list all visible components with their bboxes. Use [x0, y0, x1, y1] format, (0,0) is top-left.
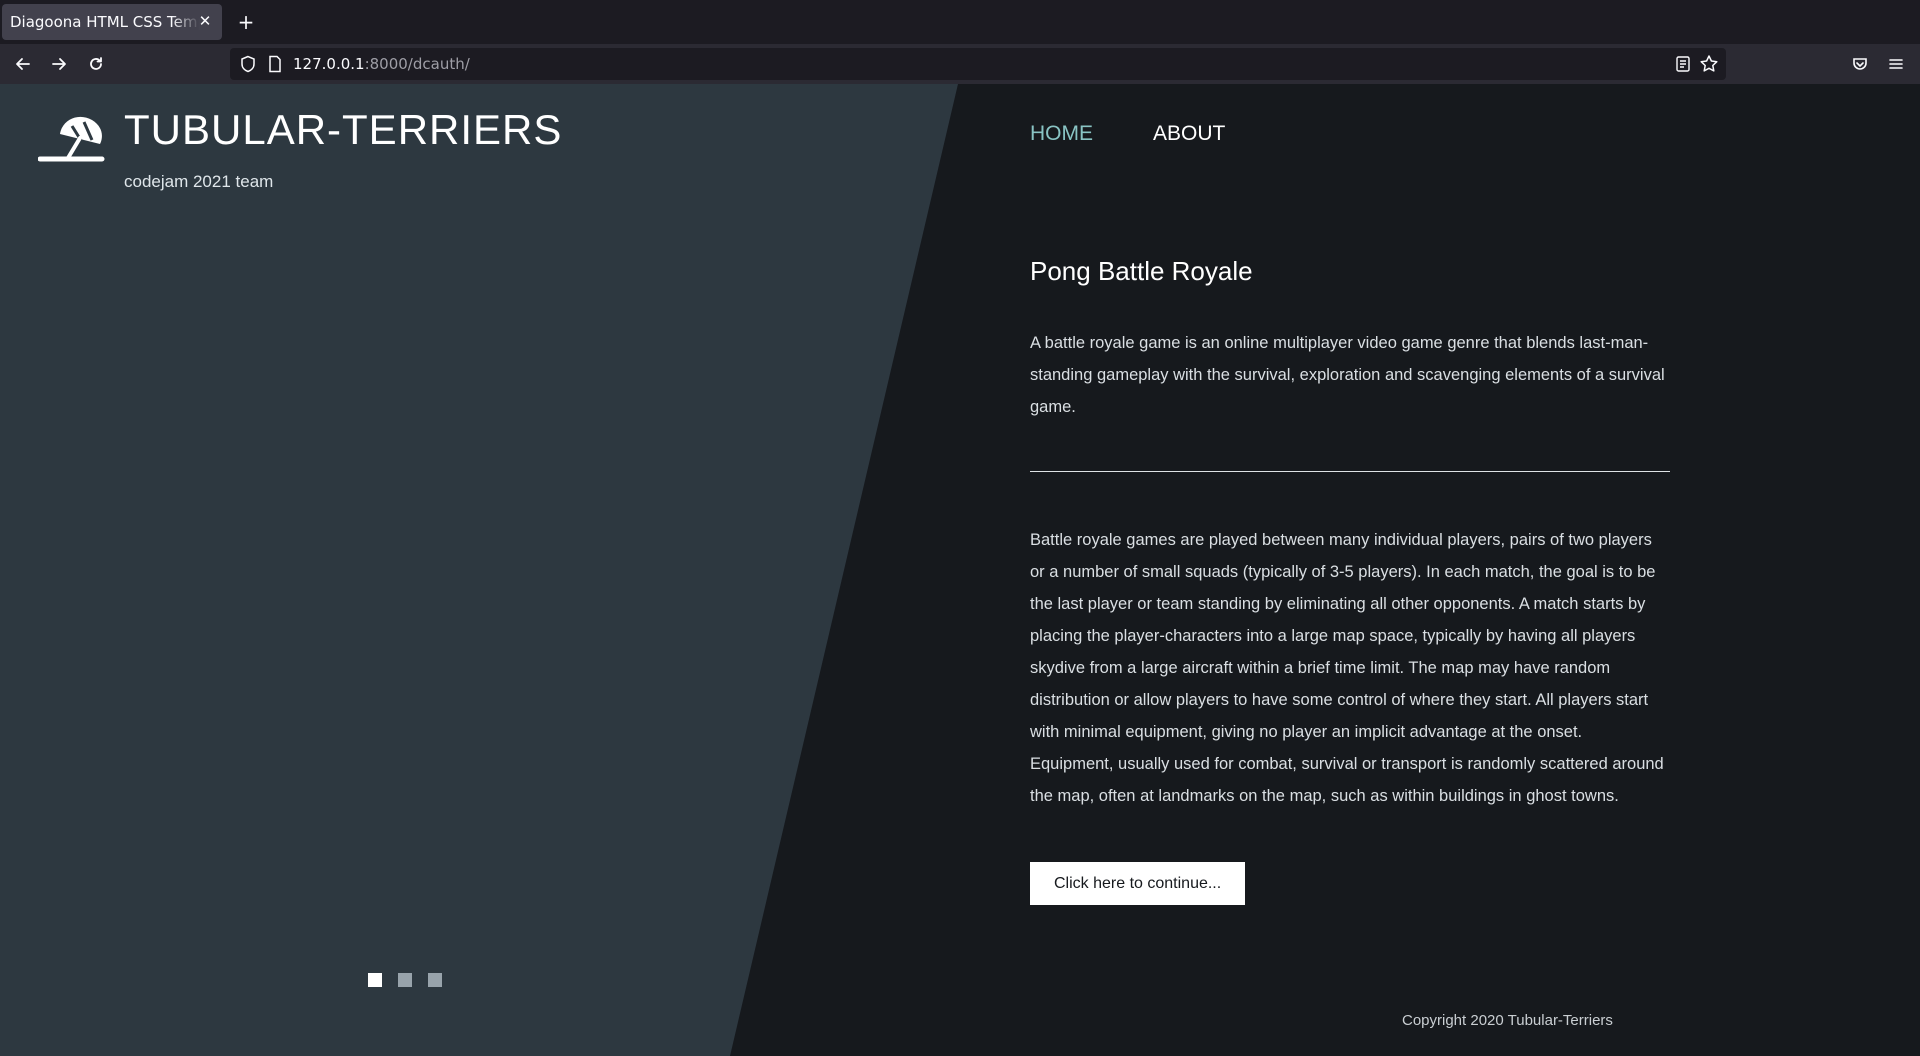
forward-arrow-icon[interactable]	[45, 50, 73, 78]
main-nav: HOME ABOUT	[1030, 122, 1225, 146]
article-body: Battle royale games are played between m…	[1030, 531, 1664, 805]
page-info-icon[interactable]	[268, 55, 282, 73]
tab-title: Diagoona HTML CSS Template	[10, 13, 200, 31]
continue-button[interactable]: Click here to continue...	[1030, 862, 1246, 905]
reader-view-icon[interactable]	[1675, 55, 1691, 73]
slider-dot-3[interactable]	[428, 973, 442, 987]
browser-tab-bar: Diagoona HTML CSS Template ✕ +	[0, 0, 1920, 44]
url-host: 127.0.0.1	[293, 55, 365, 73]
bookmark-star-icon[interactable]	[1699, 54, 1719, 74]
back-arrow-icon[interactable]	[9, 50, 37, 78]
menu-hamburger-icon[interactable]	[1882, 50, 1910, 78]
shield-icon[interactable]	[240, 55, 256, 73]
browser-tab[interactable]: Diagoona HTML CSS Template ✕	[2, 4, 222, 40]
article-intro: A battle royale game is an online multip…	[1030, 334, 1665, 416]
pocket-icon[interactable]	[1846, 50, 1874, 78]
slider-dot-1[interactable]	[368, 973, 382, 987]
nav-home-link[interactable]: HOME	[1030, 122, 1093, 146]
close-tab-icon[interactable]: ✕	[196, 12, 214, 30]
new-tab-icon[interactable]: +	[234, 8, 258, 36]
url-text[interactable]: 127.0.0.1:8000/dcauth/	[293, 55, 470, 73]
nav-about-link[interactable]: ABOUT	[1153, 122, 1225, 146]
article-title: Pong Battle Royale	[1030, 256, 1253, 286]
reload-icon[interactable]	[82, 50, 110, 78]
article: Pong Battle Royale A battle royale game …	[1030, 256, 1670, 905]
beach-umbrella-icon	[38, 112, 106, 166]
slider-dot-2[interactable]	[398, 973, 412, 987]
site-tagline: codejam 2021 team	[124, 172, 274, 191]
divider	[1030, 471, 1670, 472]
web-page: TUBULAR-TERRIERS codejam 2021 team HOME …	[0, 84, 1920, 1056]
url-bar[interactable]: 127.0.0.1:8000/dcauth/	[230, 48, 1726, 80]
slider-dots	[368, 973, 442, 987]
site-title[interactable]: TUBULAR-TERRIERS	[124, 106, 562, 154]
footer-copyright: Copyright 2020 Tubular-Terriers	[1402, 1012, 1613, 1029]
url-path: :8000/dcauth/	[364, 55, 470, 73]
